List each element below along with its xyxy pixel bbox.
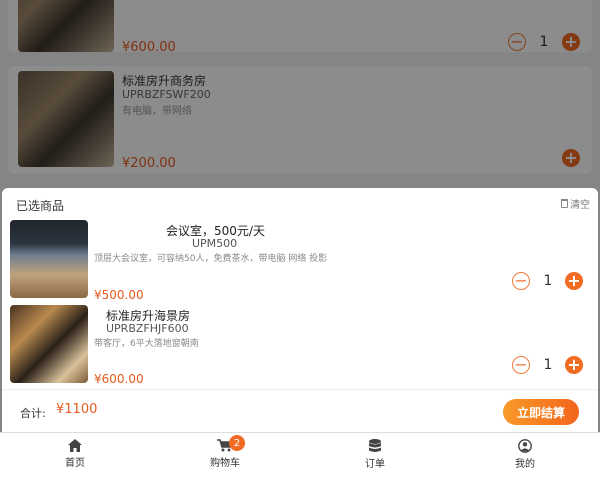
increase-button[interactable]: + [565, 272, 583, 290]
clear-cart-button[interactable]: 清空 [561, 196, 590, 211]
cart-item-code: UPM500 [192, 237, 238, 250]
cart-item: 标准房升海景房 UPRBZFHJF600 带客厅，6平大落地窗朝南 ¥600.0… [2, 305, 598, 387]
quantity-value: 1 [543, 357, 553, 373]
cart-item-image [10, 305, 88, 383]
cart-item-code: UPRBZFHJF600 [106, 322, 189, 335]
tab-cart[interactable]: 2 购物车 [195, 435, 255, 469]
user-icon [518, 439, 532, 453]
increase-button[interactable]: + [565, 356, 583, 374]
tab-home-label: 首页 [65, 458, 85, 469]
home-icon [68, 439, 82, 452]
tab-home[interactable]: 首页 [45, 439, 105, 469]
cart-item: 会议室，500元/天 UPM500 顶层大会议室，可容纳50人，免费茶水，带电脑… [2, 220, 598, 302]
cart-footer: 合计: ¥1100 立即结算 [2, 389, 598, 433]
checkout-button[interactable]: 立即结算 [503, 399, 579, 425]
tab-cart-label: 购物车 [210, 458, 240, 469]
cart-item-image [10, 220, 88, 298]
decrease-button[interactable]: − [512, 272, 530, 290]
tab-orders[interactable]: 订单 [345, 439, 405, 470]
trash-icon [561, 199, 568, 208]
total-value: ¥1100 [56, 402, 98, 417]
cart-panel-title: 已选商品 [16, 199, 65, 213]
quantity-value: 1 [543, 273, 553, 289]
cart-count-badge: 2 [229, 435, 245, 451]
tab-profile[interactable]: 我的 [495, 439, 555, 470]
decrease-button[interactable]: − [512, 356, 530, 374]
cart-item-price: ¥500.00 [94, 288, 144, 302]
total-label: 合计: [20, 407, 46, 420]
cart-item-desc: 顶层大会议室，可容纳50人，免费茶水，带电脑 网络 投影 [94, 254, 328, 264]
cart-item-desc: 带客厅，6平大落地窗朝南 [94, 339, 199, 349]
database-icon [369, 439, 381, 452]
tab-profile-label: 我的 [515, 459, 535, 470]
cart-item-price: ¥600.00 [94, 372, 144, 386]
clear-cart-label: 清空 [570, 200, 590, 211]
tab-orders-label: 订单 [365, 459, 385, 470]
bottom-tab-bar: 首页 2 购物车 订单 我的 [0, 432, 600, 480]
